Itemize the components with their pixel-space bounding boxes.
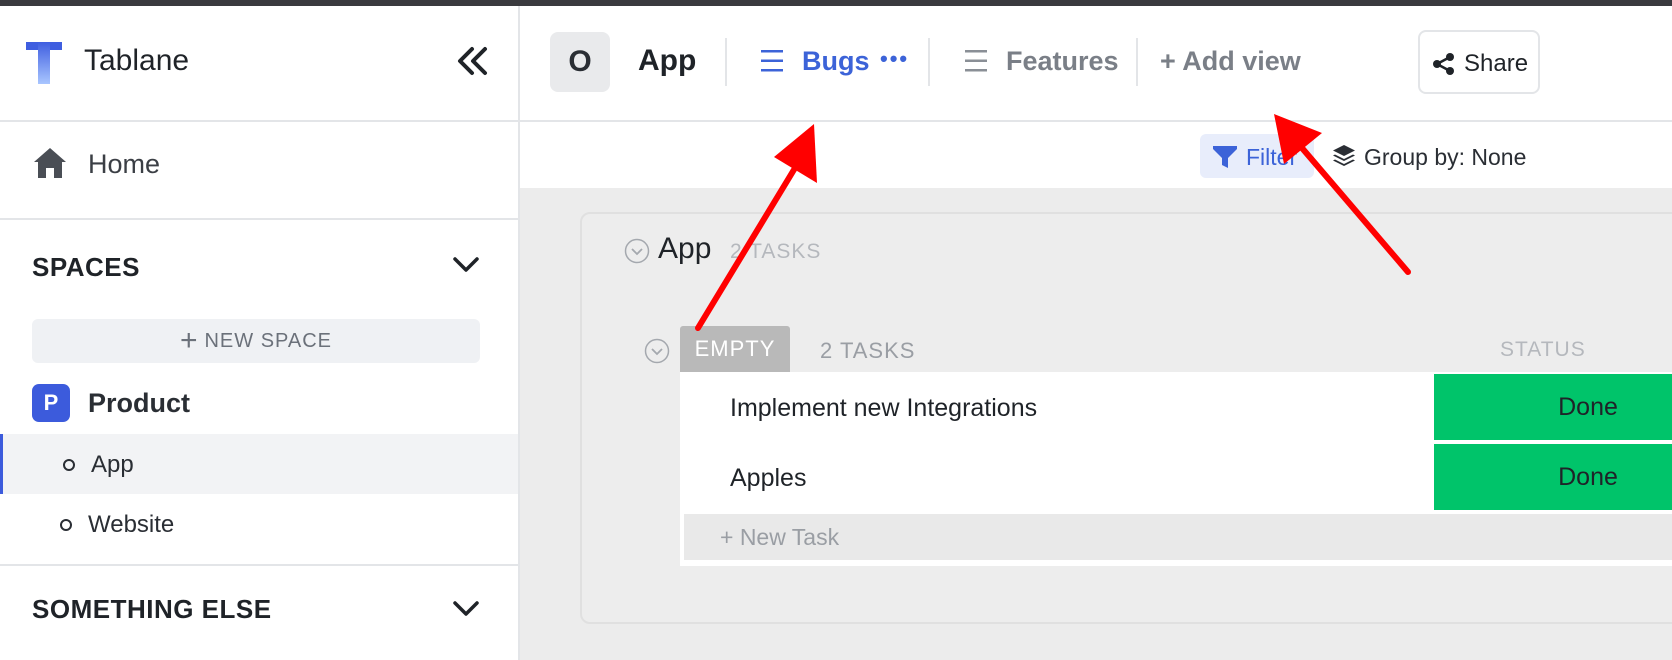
list-label: Website [88,511,175,538]
share-button[interactable]: Share [1418,30,1540,94]
sidebar-item-product[interactable]: P Product [0,380,518,428]
tab-label: Features [1006,46,1119,76]
task-group: App 2 TASKS EMPTY 2 TASKS STATUS Impleme… [580,212,1672,624]
list-view-icon [760,48,784,79]
collapse-group-icon[interactable] [624,238,650,269]
group-by-label: Group by: None [1364,144,1527,170]
plus-icon: + [179,324,199,357]
home-icon [32,146,68,185]
table-row[interactable]: Apples Done [680,442,1672,512]
sidebar-item-website[interactable]: Website [0,494,518,554]
new-task-row[interactable]: + New Task [684,514,1672,560]
bullet-icon [63,459,75,471]
divider [0,564,518,566]
sidebar-item-home[interactable]: Home [0,122,518,220]
add-view-button[interactable]: + Add view [1160,46,1301,77]
collapse-status-icon[interactable] [644,338,670,369]
new-space-label: NEW SPACE [204,330,333,352]
spaces-heading: SPACES [32,252,140,282]
more-options-icon[interactable]: ••• [880,46,909,72]
group-task-count: 2 TASKS [730,240,822,263]
status-task-count: 2 TASKS [820,338,916,363]
tablane-logo-icon [24,40,64,91]
share-label: Share [1464,50,1529,77]
task-name[interactable]: Implement new Integrations [730,394,1037,423]
space-label: Product [88,388,191,418]
filter-icon [1212,144,1238,175]
share-icon [1432,52,1456,81]
task-name[interactable]: Apples [730,464,806,493]
task-status[interactable]: Done [1434,374,1672,440]
view-toolbar: Filter Group by: None [520,122,1672,188]
app-name: Tablane [84,44,190,77]
tab-label: Bugs [802,46,870,76]
sidebar-item-app[interactable]: App [0,434,518,494]
brand-header: Tablane [0,6,518,122]
new-task-button[interactable]: + New Task [720,524,839,551]
bullet-icon [60,519,72,531]
chevron-down-icon[interactable] [452,256,480,279]
list-label: App [91,451,134,478]
collapse-sidebar-icon[interactable] [456,46,488,81]
view-header: O App Bugs ••• Features + Add view Share [520,6,1672,122]
filter-button[interactable]: Filter [1200,134,1314,178]
page-title: App [638,44,697,77]
tab-features[interactable]: Features [964,42,1144,82]
status-badge: EMPTY [680,326,790,372]
layers-icon [1332,144,1356,173]
something-else-heading: SOMETHING ELSE [32,594,272,624]
sidebar-item-label: Home [88,149,161,179]
group-title: App [658,232,712,265]
status-column-header: STATUS [1500,338,1586,361]
sidebar: Tablane Home SPACES + NEW SPACE P Product… [0,6,520,660]
filter-label: Filter [1246,144,1298,170]
task-status[interactable]: Done [1434,444,1672,510]
space-avatar: P [32,384,70,422]
list-view-icon [964,48,988,79]
divider [928,38,930,86]
new-space-button[interactable]: + NEW SPACE [32,319,480,363]
table-row[interactable]: Implement new Integrations Done [680,372,1672,442]
task-table: Implement new Integrations Done Apples D… [680,372,1672,566]
list-badge[interactable]: O [550,32,610,92]
divider [1136,38,1138,86]
chevron-down-icon[interactable] [452,600,480,623]
board-content: App 2 TASKS EMPTY 2 TASKS STATUS Impleme… [520,188,1672,660]
divider [725,38,727,86]
